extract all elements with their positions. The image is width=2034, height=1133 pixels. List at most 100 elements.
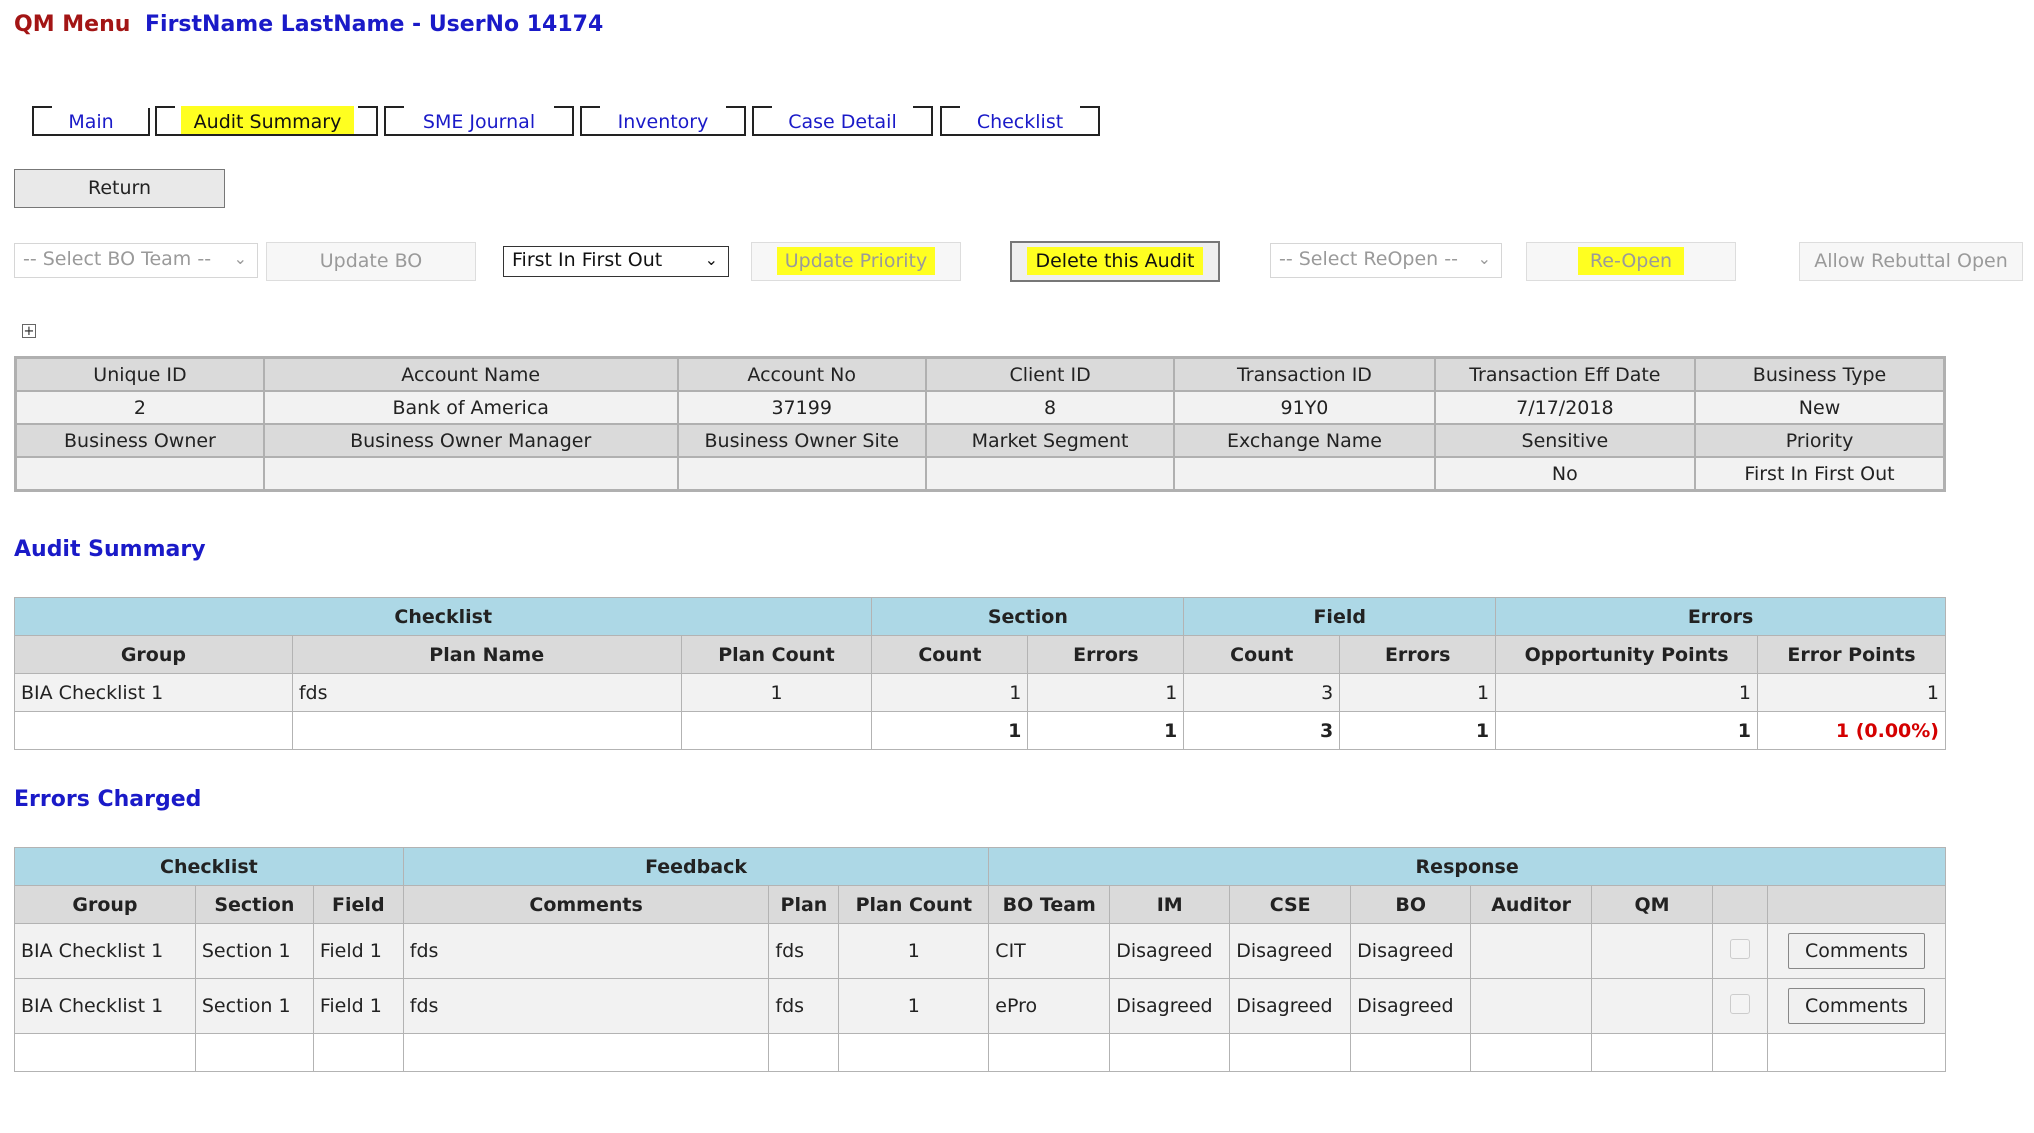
- totals-row: 1 1 3 1 1 1 (0.00%): [14, 711, 1946, 750]
- user-name: FirstName LastName - UserNo 14174: [145, 12, 604, 37]
- expand-icon[interactable]: +: [22, 324, 36, 338]
- summary-group-header: Errors: [1495, 597, 1946, 636]
- reopen-select[interactable]: -- Select ReOpen -- ⌄: [1270, 243, 1502, 278]
- tab-main[interactable]: Main: [32, 106, 150, 136]
- errors-column-header: Group: [14, 885, 196, 924]
- row-checkbox-cell: [1712, 978, 1768, 1034]
- tab-checklist[interactable]: Checklist: [940, 106, 1100, 136]
- info-value-cell: 7/17/2018: [1433, 390, 1697, 425]
- total-cell: 3: [1183, 711, 1341, 750]
- update-priority-button[interactable]: Update Priority: [751, 242, 961, 281]
- audit-summary-table: Checklist Section Field Errors Group Pla…: [13, 597, 1946, 750]
- bo-team-select[interactable]: -- Select BO Team -- ⌄: [14, 243, 258, 278]
- comments-button[interactable]: Comments: [1787, 933, 1925, 969]
- error-points-total: 1 (0.00%): [1757, 711, 1946, 750]
- update-bo-button[interactable]: Update BO: [266, 242, 476, 281]
- errors-column-header: CSE: [1229, 885, 1352, 924]
- info-value-cell: [14, 456, 265, 492]
- allow-rebuttal-open-button[interactable]: Allow Rebuttal Open: [1799, 242, 2023, 281]
- delete-audit-button[interactable]: Delete this Audit: [1010, 241, 1220, 282]
- info-value-cell: [1173, 456, 1436, 492]
- return-button[interactable]: Return: [14, 169, 225, 208]
- audit-info-table: Unique ID Account Name Account No Client…: [14, 356, 1946, 492]
- error-cse-cell: Disagreed: [1229, 978, 1352, 1034]
- error-group-cell: BIA Checklist 1: [14, 978, 196, 1034]
- tab-main-label: Main: [68, 111, 114, 133]
- info-value-cell: [262, 456, 679, 492]
- errors-group-header: Response: [988, 847, 1946, 886]
- summary-cell: 1: [1757, 673, 1946, 712]
- info-header-cell: Business Type: [1694, 356, 1946, 392]
- info-value-cell: No: [1433, 456, 1697, 492]
- table-row: BIA Checklist 1 Section 1 Field 1 fds fd…: [14, 978, 1947, 1034]
- tab-case-detail[interactable]: Case Detail: [752, 106, 933, 136]
- info-value-cell: 37199: [676, 390, 927, 425]
- info-header-cell: Priority: [1694, 423, 1946, 458]
- priority-select[interactable]: First In First Out ⌄: [503, 246, 729, 277]
- summary-column-header: Opportunity Points: [1495, 635, 1759, 674]
- error-bo-team-cell: CIT: [988, 923, 1111, 979]
- error-im-cell: Disagreed: [1109, 978, 1231, 1034]
- errors-column-header: IM: [1109, 885, 1231, 924]
- update-priority-label: Update Priority: [776, 247, 936, 275]
- total-cell: 1: [1027, 711, 1185, 750]
- summary-column-header: Error Points: [1757, 635, 1946, 674]
- row-checkbox[interactable]: [1729, 938, 1750, 959]
- total-cell: [14, 711, 293, 750]
- chevron-down-icon: ⌄: [233, 249, 247, 268]
- total-cell: 1: [1495, 711, 1759, 750]
- row-checkbox[interactable]: [1729, 993, 1750, 1014]
- summary-column-header: Errors: [1027, 635, 1185, 674]
- summary-cell: 1: [1027, 673, 1185, 712]
- app-title[interactable]: QM Menu: [14, 12, 130, 37]
- total-cell: 1: [871, 711, 1029, 750]
- error-section-cell: Section 1: [194, 978, 314, 1034]
- summary-group-header: Field: [1183, 597, 1497, 636]
- error-group-cell: BIA Checklist 1: [14, 923, 196, 979]
- errors-column-header: Section: [194, 885, 314, 924]
- summary-column-header: Errors: [1339, 635, 1497, 674]
- summary-group-header: Section: [871, 597, 1185, 636]
- error-bo-cell: Disagreed: [1350, 978, 1472, 1034]
- comments-button-cell: Comments: [1766, 923, 1947, 979]
- total-cell: 1: [1339, 711, 1497, 750]
- info-header-cell: Business Owner Manager: [262, 423, 679, 458]
- tab-audit-summary[interactable]: Audit Summary: [155, 106, 378, 136]
- summary-column-header: Plan Name: [291, 635, 682, 674]
- error-bo-team-cell: ePro: [988, 978, 1111, 1034]
- priority-select-value: First In First Out: [512, 249, 663, 271]
- tab-case-detail-label: Case Detail: [788, 111, 897, 133]
- error-bo-cell: Disagreed: [1350, 923, 1472, 979]
- summary-cell: BIA Checklist 1: [14, 673, 293, 712]
- error-plan-count-cell: 1: [838, 978, 990, 1034]
- error-plan-cell: fds: [768, 978, 840, 1034]
- bo-team-select-value: -- Select BO Team --: [23, 248, 212, 270]
- error-plan-cell: fds: [768, 923, 840, 979]
- summary-cell: 3: [1183, 673, 1341, 712]
- reopen-button[interactable]: Re-Open: [1526, 242, 1736, 281]
- tab-inventory[interactable]: Inventory: [580, 106, 746, 136]
- errors-column-header: BO Team: [988, 885, 1111, 924]
- error-qm-cell: [1591, 923, 1713, 979]
- audit-summary-title: Audit Summary: [14, 537, 206, 562]
- errors-group-header: Checklist: [14, 847, 404, 886]
- info-value-cell: Bank of America: [262, 390, 679, 425]
- tab-inventory-label: Inventory: [617, 111, 709, 133]
- errors-column-header: Auditor: [1470, 885, 1593, 924]
- summary-cell: 1: [680, 673, 873, 712]
- info-header-cell: Transaction ID: [1173, 356, 1436, 392]
- comments-button-cell: Comments: [1766, 978, 1947, 1034]
- summary-column-header: Count: [1183, 635, 1341, 674]
- error-plan-count-cell: 1: [838, 923, 990, 979]
- tab-audit-summary-label: Audit Summary: [181, 106, 354, 134]
- row-checkbox-cell: [1712, 923, 1768, 979]
- comments-button[interactable]: Comments: [1787, 988, 1925, 1024]
- info-header-cell: Business Owner: [14, 423, 265, 458]
- tab-sme-journal[interactable]: SME Journal: [384, 106, 574, 136]
- info-header-cell: Exchange Name: [1173, 423, 1436, 458]
- total-cell: [291, 711, 682, 750]
- reopen-label: Re-Open: [1577, 247, 1685, 275]
- error-field-cell: Field 1: [312, 923, 404, 979]
- reopen-select-value: -- Select ReOpen --: [1279, 248, 1458, 270]
- info-value-cell: New: [1694, 390, 1946, 425]
